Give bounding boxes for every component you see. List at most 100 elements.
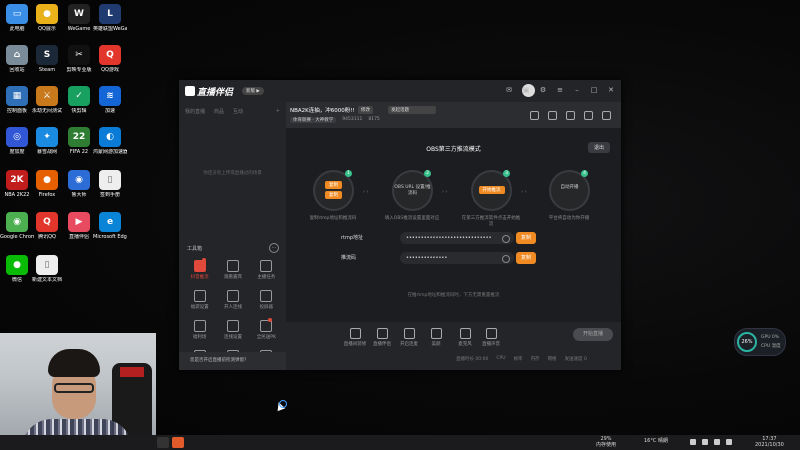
maximize-icon[interactable]: □	[590, 86, 598, 94]
desktop-icon[interactable]: ✂ 剪映专业版	[62, 45, 96, 73]
exit-obs-button[interactable]: 退出	[587, 142, 610, 153]
desktop-icon[interactable]: ▭ 此电脑	[0, 4, 34, 32]
bottom-tool-label: 直播声音	[482, 342, 500, 347]
toolbox-more-icon[interactable]: ⋯	[269, 243, 279, 253]
desktop-icon[interactable]: W WeGame	[62, 4, 96, 32]
eye-icon[interactable]	[502, 235, 510, 243]
toolbox-item[interactable]: 抖音推流	[183, 258, 216, 280]
rtmp-address-field[interactable]: •••••••••••••••••••••••••••••	[400, 232, 514, 244]
gift-icon[interactable]	[530, 111, 539, 120]
copy-key-button[interactable]: 复制	[516, 252, 536, 264]
tab-my-live[interactable]: 我的直播	[185, 108, 205, 115]
room-title[interactable]: NBA2K连抽，冲6000粉!!	[290, 106, 355, 114]
tray-icons	[690, 439, 732, 445]
toolbox-item[interactable]: 投屏器	[250, 290, 283, 310]
minimize-icon[interactable]: –	[573, 86, 581, 94]
desktop-icon[interactable]: S Steam	[30, 45, 64, 73]
desktop-icon[interactable]: ◉ Google Chrome	[0, 212, 34, 240]
toolbox-item[interactable]: 开人连线	[216, 290, 249, 310]
desktop-icon[interactable]: ▯ 新建文本文档	[30, 255, 64, 283]
network-icon[interactable]	[702, 439, 708, 445]
desktop-icon[interactable]: ▶ 直播伴侣	[62, 212, 96, 240]
start-live-button[interactable]: 开始直播	[573, 328, 613, 341]
stream-key-field[interactable]: ••••••••••••••	[400, 252, 514, 264]
desktop-icon[interactable]: ⚔ 永劫无间测试	[30, 86, 64, 114]
bottom-tool[interactable]: 麦克风	[452, 328, 478, 347]
desktop-icon[interactable]: ● 微信	[0, 255, 34, 283]
taskbar-app-1[interactable]	[157, 437, 169, 448]
desktop-icon[interactable]: ◉ 鲁大师	[62, 170, 96, 198]
bottom-tool-label: 直播伴侣	[373, 342, 391, 347]
app-icon: 2K	[6, 170, 28, 190]
copy-rtmp-button[interactable]: 复制	[516, 232, 536, 244]
ime-icon[interactable]	[726, 439, 732, 445]
clock[interactable]: 17:37 2021/10/30	[755, 436, 784, 448]
step-text: OBS URL 设置/推流码	[394, 185, 431, 196]
eye-icon[interactable]	[502, 255, 510, 263]
desktop-icon[interactable]: e Microsoft Edge	[93, 212, 127, 240]
desktop-icon[interactable]: ● QQ展示	[30, 4, 64, 32]
desktop-icon-label: 控制面板	[6, 108, 27, 114]
desktop-icon[interactable]: ≋ 加速	[93, 86, 127, 114]
tab-goods[interactable]: 商品	[214, 108, 224, 115]
version-badge[interactable]: 新版 ▶	[242, 87, 264, 95]
stream-key-label: 推流码	[341, 255, 357, 261]
menu-icon[interactable]: ≡	[556, 86, 564, 94]
bottom-tool[interactable]: 美颜	[423, 328, 449, 347]
desktop-icon[interactable]: 22 FIFA 22	[62, 127, 96, 155]
room-meta: 体育联赛 · 大神教学 9453111 8175	[290, 117, 380, 123]
mail-icon[interactable]	[548, 111, 557, 120]
topic-button[interactable]: 发起话题	[388, 106, 436, 114]
volume-icon[interactable]	[714, 439, 720, 445]
memory-meter[interactable]: 29% 内存使用	[596, 436, 616, 448]
toolbox-item[interactable]: 福利场	[183, 320, 216, 340]
desktop-icon[interactable]: ◐ 鸿蒙网游加速器5.0	[93, 127, 127, 155]
skin-icon[interactable]: ▣	[522, 86, 530, 94]
desktop-icon[interactable]: ▯ 签到手册	[93, 170, 127, 198]
toolbox-item[interactable]: 全民送PK	[250, 318, 283, 340]
tab-interact[interactable]: 互动	[233, 108, 243, 115]
desktop-icon[interactable]: Q 腾讯QQ	[30, 212, 64, 240]
desktop-icon[interactable]: ⌂ 回收站	[0, 45, 34, 73]
add-scene-button[interactable]: +	[276, 108, 280, 115]
share-icon[interactable]	[602, 111, 611, 120]
gauge-percent: 26%	[737, 332, 757, 352]
perf-gauge[interactable]: 26% GPU 0% CPU 温度	[734, 328, 786, 356]
weather[interactable]: 16°C 晴朗	[644, 438, 694, 445]
desktop-icon[interactable]: 2K NBA 2K22	[0, 170, 34, 198]
bottom-tool[interactable]: 开启连麦	[396, 328, 422, 347]
tray-up-icon[interactable]	[690, 439, 696, 445]
desktop-icon[interactable]: ✦ 暴雪战网	[30, 127, 64, 155]
room-number: 9453111	[342, 117, 363, 122]
desktop-icon[interactable]: ◎ 度加度	[0, 127, 34, 155]
preflight-notice[interactable]: 您是否开启直播前检测弹窗?	[179, 352, 286, 370]
close-icon[interactable]: ✕	[607, 86, 615, 94]
message-icon[interactable]: ✉	[505, 86, 513, 94]
edit-title-button[interactable]: 修改	[358, 106, 373, 114]
room-category[interactable]: 体育联赛 · 大神教学	[290, 117, 337, 123]
desktop-icon[interactable]: ▦ 控制面板	[0, 86, 34, 114]
desktop-icon[interactable]: ✓ 快剪辑	[62, 86, 96, 114]
toolbox-item[interactable]: 连线设置	[216, 320, 249, 340]
settings-icon[interactable]: ⚙	[539, 86, 547, 94]
notes-icon[interactable]	[566, 111, 575, 120]
bottom-tool[interactable]: 直播声音	[478, 328, 504, 347]
tool-label: 主播任务	[257, 275, 276, 280]
desktop-icon[interactable]: ● Firefox	[30, 170, 64, 198]
toolbox-item[interactable]: 观看嘉宾	[216, 260, 249, 280]
desktop-icon-label: Firefox	[38, 192, 56, 198]
app-icon: ●	[36, 4, 58, 24]
bottom-tool[interactable]: 直播间装修	[342, 328, 368, 347]
step-number: 4	[581, 170, 588, 177]
clock-date: 2021/10/30	[755, 441, 784, 448]
desktop-icon[interactable]: Q QQ游戏	[93, 45, 127, 73]
bottom-tool-icon	[459, 328, 471, 339]
taskbar-app-live[interactable]	[172, 437, 184, 448]
toolbox-item[interactable]: 福袋设置	[183, 290, 216, 310]
toolbox-item[interactable]: 主播任务	[250, 260, 283, 280]
desktop-icon[interactable]: L 英雄联盟WeGame版	[93, 4, 127, 32]
bottom-tool-label: 麦克风	[458, 342, 472, 347]
step-pill: 复制	[325, 181, 342, 189]
bell-icon[interactable]	[584, 111, 593, 120]
bottom-tool[interactable]: 直播伴侣	[369, 328, 395, 347]
